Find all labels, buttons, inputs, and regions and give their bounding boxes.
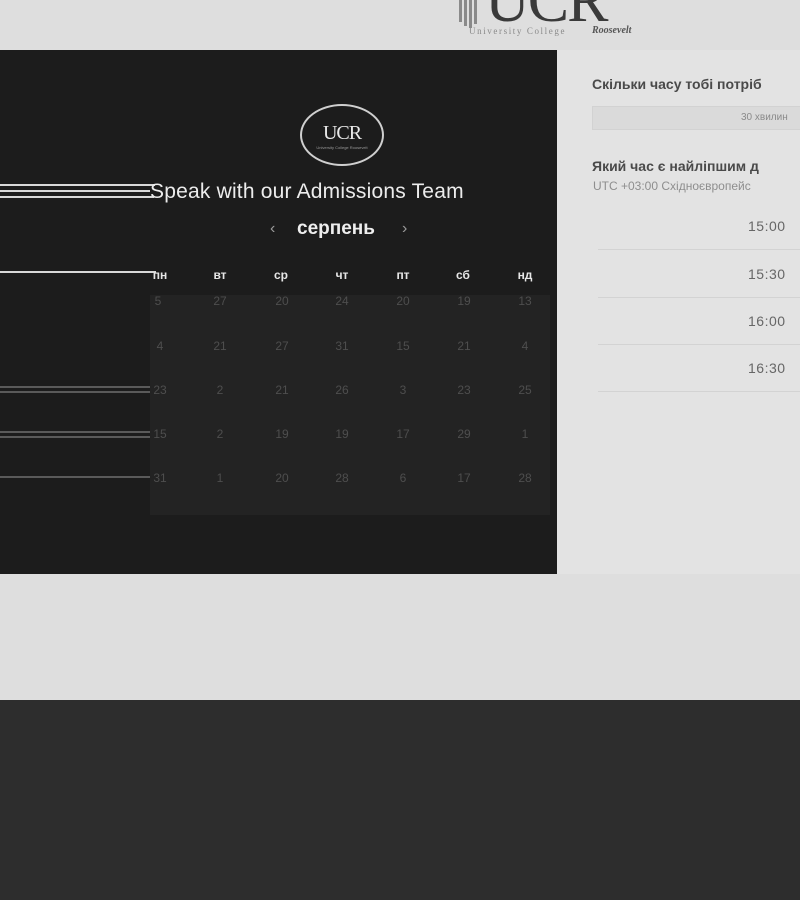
decor-stripe: [0, 184, 155, 186]
decor-stripe: [0, 271, 156, 273]
time-slot-label: 16:00: [748, 313, 786, 329]
calendar-day[interactable]: 20: [262, 471, 302, 485]
chevron-left-icon[interactable]: ‹: [270, 220, 275, 238]
calendar-day[interactable]: 17: [444, 471, 484, 485]
weekday-header: чт: [335, 268, 349, 282]
time-slot-label: 15:30: [748, 266, 786, 282]
calendar-day[interactable]: 23: [140, 383, 180, 397]
calendar-day[interactable]: 15: [383, 339, 423, 353]
decor-stripe: [0, 436, 150, 438]
decor-stripe: [0, 190, 150, 192]
decor-stripe: [0, 391, 150, 393]
calendar-day[interactable]: 28: [505, 471, 545, 485]
calendar-day[interactable]: 2: [200, 427, 240, 441]
time-question: Який час є найліпшим д: [592, 158, 759, 174]
duration-question: Скільки часу тобі потріб: [592, 76, 762, 92]
footer-band: [0, 700, 800, 900]
calendar-day[interactable]: 20: [262, 294, 302, 308]
calendar-day[interactable]: 26: [322, 383, 362, 397]
calendar-day[interactable]: 25: [505, 383, 545, 397]
calendar-day[interactable]: 21: [200, 339, 240, 353]
calendar-day[interactable]: 24: [322, 294, 362, 308]
logo-subtitle-name: Roosevelt: [592, 25, 632, 36]
month-label: серпень: [297, 218, 375, 239]
month-navigation: ‹ серпень ›: [270, 218, 418, 244]
time-slot[interactable]: 15:00: [598, 206, 800, 250]
calendar-day[interactable]: 19: [322, 427, 362, 441]
calendar-logo-text: UCR: [322, 122, 362, 144]
calendar-title: Speak with our Admissions Team: [150, 180, 464, 203]
calendar-day[interactable]: 1: [505, 427, 545, 441]
calendar-day[interactable]: 31: [140, 471, 180, 485]
calendar-day[interactable]: 29: [444, 427, 484, 441]
calendar-day[interactable]: 19: [262, 427, 302, 441]
decor-stripe: [0, 431, 150, 433]
calendar-day[interactable]: 17: [383, 427, 423, 441]
time-slot-label: 15:00: [748, 218, 786, 234]
timezone-label[interactable]: UTC +03:00 Східноєвропейс: [593, 179, 751, 193]
duration-value: 30 хвилин: [741, 112, 788, 123]
calendar-day[interactable]: 31: [322, 339, 362, 353]
time-slot[interactable]: 15:30: [598, 254, 800, 298]
weekday-header: нд: [517, 268, 533, 282]
duration-select[interactable]: 30 хвилин: [592, 106, 800, 130]
decor-stripe: [0, 476, 150, 478]
calendar-day[interactable]: 4: [140, 339, 180, 353]
calendar-day[interactable]: 4: [505, 339, 545, 353]
weekday-header: сб: [456, 268, 470, 282]
calendar-day[interactable]: 5: [138, 294, 178, 308]
time-slot[interactable]: 16:00: [598, 301, 800, 345]
calendar-day[interactable]: 23: [444, 383, 484, 397]
weekday-header: вт: [213, 268, 227, 282]
calendar-day[interactable]: 3: [383, 383, 423, 397]
calendar-day[interactable]: 1: [200, 471, 240, 485]
logo-subtitle: University College: [469, 26, 567, 36]
calendar-day[interactable]: 21: [444, 339, 484, 353]
top-logo: UCR University College Roosevelt: [455, 0, 665, 42]
weekday-header: ср: [273, 268, 288, 282]
weekday-header: пн: [152, 268, 168, 282]
calendar-logo: UCR University College Roosevelt: [300, 104, 384, 166]
calendar-day[interactable]: 6: [383, 471, 423, 485]
calendar-day[interactable]: 27: [262, 339, 302, 353]
calendar-day[interactable]: 21: [262, 383, 302, 397]
calendar-day[interactable]: 19: [444, 294, 484, 308]
time-slot-label: 16:30: [748, 360, 786, 376]
chevron-right-icon[interactable]: ›: [402, 220, 407, 238]
calendar-day[interactable]: 15: [140, 427, 180, 441]
decor-stripe: [0, 196, 154, 198]
calendar-day[interactable]: 28: [322, 471, 362, 485]
calendar-day[interactable]: 2: [200, 383, 240, 397]
calendar-day[interactable]: 20: [383, 294, 423, 308]
decor-stripe: [0, 386, 150, 388]
time-slot[interactable]: 16:30: [598, 348, 800, 392]
calendar-logo-subtitle: University College Roosevelt: [316, 145, 368, 150]
calendar-day[interactable]: 13: [505, 294, 545, 308]
calendar-day[interactable]: 27: [200, 294, 240, 308]
weekday-header: пт: [396, 268, 410, 282]
